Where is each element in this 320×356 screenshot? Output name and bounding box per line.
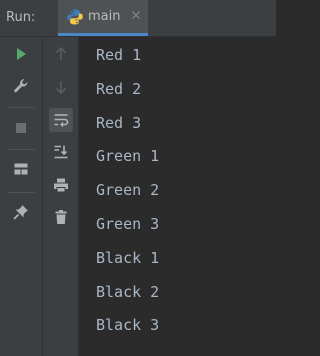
stop-icon bbox=[16, 123, 26, 133]
run-toolbar-left bbox=[0, 37, 43, 356]
toolbar-divider bbox=[7, 149, 35, 150]
console-line: Green 1 bbox=[96, 147, 160, 166]
pin-tab-button[interactable] bbox=[9, 200, 33, 224]
run-tool-window: Run: main Red 1 Red 2 Red 3 Green 1 Gree… bbox=[0, 0, 276, 356]
layout-icon bbox=[14, 163, 28, 175]
scroll-to-end-button[interactable] bbox=[49, 140, 73, 164]
previous-occurrence-button[interactable] bbox=[49, 42, 73, 66]
soft-wrap-icon bbox=[54, 114, 69, 127]
run-label: Run: bbox=[6, 10, 36, 25]
console-lines: Red 1 Red 2 Red 3 Green 1 Green 2 Green … bbox=[96, 44, 159, 348]
console-line: Black 1 bbox=[96, 248, 160, 267]
toolbar-divider bbox=[7, 107, 35, 108]
rerun-icon bbox=[17, 48, 26, 60]
down-arrow-icon bbox=[55, 81, 67, 95]
console-line: Red 3 bbox=[96, 113, 142, 132]
trash-icon bbox=[55, 210, 67, 224]
python-icon bbox=[67, 9, 83, 25]
console-line: Green 3 bbox=[96, 214, 160, 233]
console-line: Black 2 bbox=[96, 282, 160, 301]
tab-main[interactable]: main bbox=[58, 0, 148, 36]
console-output[interactable]: Red 1 Red 2 Red 3 Green 1 Green 2 Green … bbox=[79, 37, 276, 356]
run-toolbar-right bbox=[43, 37, 79, 356]
console-line: Black 3 bbox=[96, 316, 160, 335]
clear-all-button[interactable] bbox=[49, 205, 73, 229]
console-line: Red 1 bbox=[96, 46, 142, 64]
run-header: Run: main bbox=[0, 0, 276, 37]
tab-label: main bbox=[88, 9, 121, 24]
stop-button[interactable] bbox=[9, 116, 33, 140]
rerun-button[interactable] bbox=[9, 42, 33, 66]
console-line: Green 2 bbox=[96, 181, 160, 200]
wrench-icon bbox=[14, 79, 28, 93]
soft-wrap-button[interactable] bbox=[49, 108, 73, 132]
restore-layout-button[interactable] bbox=[9, 157, 33, 181]
close-icon[interactable] bbox=[130, 9, 142, 21]
up-arrow-icon bbox=[55, 46, 67, 60]
pin-icon bbox=[13, 205, 28, 220]
print-icon bbox=[54, 178, 68, 193]
print-button[interactable] bbox=[49, 173, 73, 197]
console-line: Red 2 bbox=[96, 79, 142, 98]
toolbar-divider bbox=[7, 192, 35, 193]
edit-configuration-button[interactable] bbox=[9, 74, 33, 98]
scroll-to-end-icon bbox=[54, 145, 68, 159]
next-occurrence-button[interactable] bbox=[49, 75, 73, 99]
